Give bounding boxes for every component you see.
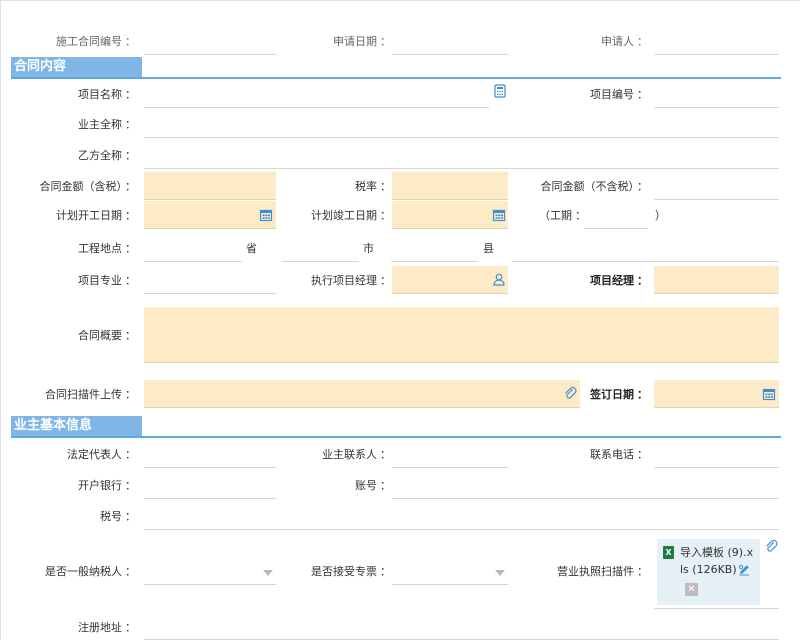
license-scan-label: 营业执照扫描件： — [557, 565, 648, 578]
party-b-full-name-input[interactable] — [144, 141, 779, 169]
section-contract-content: 合同内容 — [11, 57, 781, 79]
project-no-label: 项目编号： — [590, 88, 648, 101]
legal-rep-label: 法定代表人： — [67, 448, 136, 461]
scan-upload-input[interactable] — [144, 380, 580, 408]
location-label: 工程地点： — [78, 242, 136, 255]
registered-address-label: 注册地址： — [78, 621, 136, 634]
amount-incl-tax-input[interactable] — [144, 172, 276, 200]
paperclip-icon[interactable] — [764, 539, 778, 553]
duration-label: （工期： — [539, 209, 586, 222]
registered-address-input[interactable] — [144, 612, 779, 640]
accept-special-invoice-select[interactable] — [392, 557, 508, 585]
calculator-icon[interactable] — [493, 84, 507, 98]
project-name-label: 项目名称： — [78, 88, 136, 101]
section-title: 业主基本信息 — [11, 416, 142, 436]
duration-close-paren: ） — [655, 209, 666, 222]
sign-date-input[interactable] — [654, 380, 779, 408]
account-input[interactable] — [392, 471, 779, 499]
section-title: 合同内容 — [11, 57, 142, 77]
amount-excl-tax-input[interactable] — [654, 172, 779, 200]
planned-start-label: 计划开工日期： — [56, 209, 136, 222]
account-label: 账号： — [355, 479, 391, 492]
planned-end-label: 计划竣工日期： — [311, 209, 391, 222]
tax-rate-label: 税率： — [355, 180, 391, 193]
scan-upload-label: 合同扫描件上传： — [45, 388, 136, 401]
applicant-label: 申请人： — [601, 35, 648, 48]
accept-special-invoice-label: 是否接受专票： — [311, 565, 391, 578]
project-manager-label: 项目经理： — [590, 274, 648, 287]
summary-label: 合同概要： — [78, 329, 136, 342]
bank-input[interactable] — [144, 471, 276, 499]
owner-full-name-input[interactable] — [144, 110, 779, 138]
project-manager-input[interactable] — [654, 266, 779, 294]
project-no-input[interactable] — [654, 80, 779, 108]
planned-start-input[interactable] — [144, 201, 276, 229]
contract-form: 施工合同编号： 申请日期： 申请人： 合同内容 项目名称： 项目编号： 业主全称… — [0, 0, 800, 640]
summary-textarea[interactable] — [144, 307, 779, 363]
calendar-icon[interactable] — [762, 387, 776, 401]
phone-input[interactable] — [654, 440, 779, 468]
amount-excl-tax-label: 合同金额（不含税）： — [540, 180, 649, 193]
phone-label: 联系电话： — [590, 448, 648, 461]
specialty-input[interactable] — [144, 266, 276, 294]
chevron-down-icon[interactable] — [263, 570, 273, 576]
owner-contact-label: 业主联系人： — [322, 448, 391, 461]
exec-manager-input[interactable] — [392, 266, 508, 294]
legal-rep-input[interactable] — [144, 440, 276, 468]
exec-manager-label: 执行项目经理： — [311, 274, 391, 287]
contract-no-input[interactable] — [144, 27, 276, 55]
city-unit: 市 — [363, 242, 374, 255]
project-name-input[interactable] — [144, 80, 489, 108]
planned-end-input[interactable] — [392, 201, 508, 229]
province-input[interactable] — [144, 234, 242, 262]
party-b-full-name-label: 乙方全称： — [78, 149, 136, 162]
tax-no-input[interactable] — [144, 502, 779, 530]
county-unit: 县 — [483, 242, 494, 255]
county-input[interactable] — [391, 234, 478, 262]
address-detail-input[interactable] — [512, 234, 779, 262]
amount-incl-tax-label: 合同金额（含税）： — [39, 180, 137, 193]
owner-contact-input[interactable] — [392, 440, 508, 468]
calendar-icon[interactable] — [259, 208, 273, 222]
section-owner-info: 业主基本信息 — [11, 416, 781, 438]
province-unit: 省 — [246, 242, 257, 255]
tax-no-label: 税号： — [100, 510, 136, 523]
apply-date-label: 申请日期： — [333, 35, 391, 48]
general-taxpayer-select[interactable] — [144, 557, 276, 585]
sign-date-label: 签订日期： — [590, 388, 648, 401]
delete-attachment-icon[interactable]: ✕ — [685, 583, 698, 596]
paperclip-icon[interactable] — [563, 386, 577, 400]
city-input[interactable] — [282, 234, 359, 262]
user-icon[interactable] — [492, 272, 506, 286]
tax-rate-input[interactable] — [392, 172, 508, 200]
specialty-label: 项目专业： — [78, 274, 136, 287]
contract-no-label: 施工合同编号： — [56, 35, 136, 48]
excel-file-icon: X — [663, 546, 674, 559]
duration-input[interactable] — [584, 201, 648, 229]
bank-label: 开户银行： — [78, 479, 136, 492]
applicant-input[interactable] — [654, 27, 779, 55]
calendar-icon[interactable] — [492, 208, 506, 222]
apply-date-input[interactable] — [392, 27, 508, 55]
chevron-down-icon[interactable] — [495, 570, 505, 576]
owner-full-name-label: 业主全称： — [78, 118, 136, 131]
edit-pencil-icon[interactable] — [737, 563, 751, 577]
license-attachment-card[interactable]: X 导入模板 (9).xls (126KB) ✕ — [657, 539, 760, 605]
general-taxpayer-label: 是否一般纳税人： — [45, 565, 136, 578]
